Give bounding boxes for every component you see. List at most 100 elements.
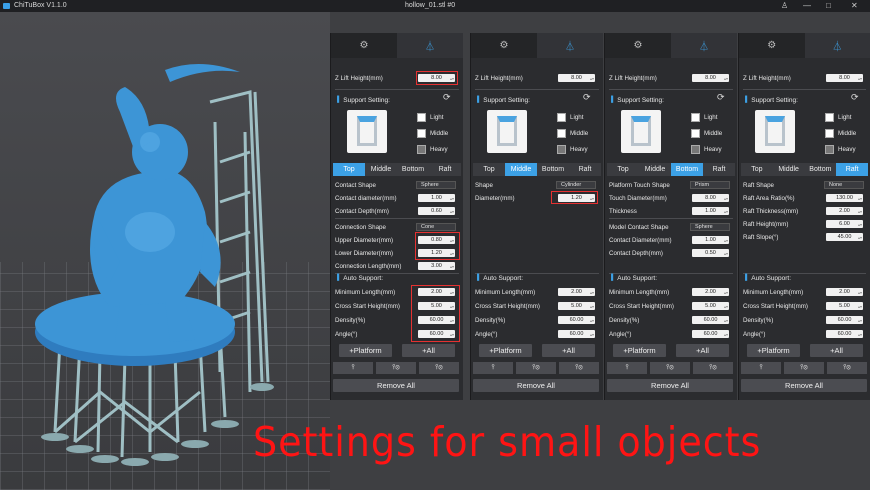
support-tool-3-icon[interactable]: ⫯⊗ xyxy=(419,362,459,374)
minimize-button[interactable]: — xyxy=(803,1,811,10)
support-tool-1-icon[interactable]: ⫯ xyxy=(333,362,373,374)
add-all-button[interactable]: +All xyxy=(810,344,863,357)
remove-all-button[interactable]: Remove All xyxy=(741,379,867,392)
min-length-input[interactable]: 2.00 ▴▾ xyxy=(826,288,863,296)
reset-icon[interactable]: ⟳ xyxy=(717,92,725,103)
connection-shape-select[interactable]: Cone xyxy=(416,223,456,231)
raft-height-input[interactable]: 6.00 ▴▾ xyxy=(826,220,863,228)
light-checkbox[interactable]: Light xyxy=(557,113,583,122)
add-platform-button[interactable]: +Platform xyxy=(339,344,392,357)
tab-top[interactable]: Top xyxy=(333,163,365,176)
tab-top[interactable]: Top xyxy=(473,163,505,176)
support-tool-1-icon[interactable]: ⫯ xyxy=(473,362,513,374)
support-tool-3-icon[interactable]: ⫯⊗ xyxy=(827,362,867,374)
contact-diameter-input[interactable]: 1.00 ▴▾ xyxy=(692,236,729,244)
heavy-checkbox[interactable]: Heavy xyxy=(825,145,856,154)
maximize-button[interactable]: □ xyxy=(826,1,831,10)
tab-middle[interactable]: Middle xyxy=(772,163,805,176)
support-tool-2-icon[interactable]: ⫯⊗ xyxy=(650,362,690,374)
close-button[interactable]: ✕ xyxy=(851,1,858,10)
model-contact-shape-select[interactable]: Sphere xyxy=(690,223,730,231)
contact-depth-input[interactable]: 0.50 ▴▾ xyxy=(692,249,729,257)
z-lift-input[interactable]: 8.00 ▴▾ xyxy=(692,74,729,82)
thickness-input[interactable]: 1.00 ▴▾ xyxy=(692,207,729,215)
connection-length-input[interactable]: 3.00 ▴▾ xyxy=(418,262,455,270)
support-tool-1-icon[interactable]: ⫯ xyxy=(741,362,781,374)
remove-all-button[interactable]: Remove All xyxy=(473,379,599,392)
angle-input[interactable]: 60.00 ▴▾ xyxy=(558,330,595,338)
cross-start-input[interactable]: 5.00 ▴▾ xyxy=(692,302,729,310)
support-tool-2-icon[interactable]: ⫯⊗ xyxy=(376,362,416,374)
add-platform-button[interactable]: +Platform xyxy=(747,344,800,357)
touch-diameter-input[interactable]: 8.00 ▴▾ xyxy=(692,194,729,202)
density-input[interactable]: 60.00 ▴▾ xyxy=(558,316,595,324)
cross-start-input[interactable]: 5.00 ▴▾ xyxy=(558,302,595,310)
angle-input[interactable]: 60.00 ▴▾ xyxy=(692,330,729,338)
support-tool-1-icon[interactable]: ⫯ xyxy=(607,362,647,374)
support-tool-2-icon[interactable]: ⫯⊗ xyxy=(516,362,556,374)
cross-start-input[interactable]: 5.00 ▴▾ xyxy=(826,302,863,310)
heavy-checkbox[interactable]: Heavy xyxy=(557,145,588,154)
add-all-button[interactable]: +All xyxy=(676,344,729,357)
tab-settings[interactable]: ⚙ xyxy=(739,33,805,58)
tab-settings[interactable]: ⚙ xyxy=(331,33,397,58)
tab-bottom[interactable]: Bottom xyxy=(671,163,703,176)
middle-checkbox[interactable]: Middle xyxy=(691,129,722,138)
add-platform-button[interactable]: +Platform xyxy=(479,344,532,357)
heavy-checkbox[interactable]: Heavy xyxy=(417,145,448,154)
add-all-button[interactable]: +All xyxy=(402,344,455,357)
tab-support[interactable]: ⏃ xyxy=(804,33,870,58)
tab-support[interactable]: ⏃ xyxy=(537,33,603,58)
support-tool-3-icon[interactable]: ⫯⊗ xyxy=(559,362,599,374)
density-input[interactable]: 60.00 ▴▾ xyxy=(692,316,729,324)
density-input[interactable]: 60.00 ▴▾ xyxy=(826,316,863,324)
middle-checkbox[interactable]: Middle xyxy=(417,129,448,138)
tab-support[interactable]: ⏃ xyxy=(397,33,463,58)
remove-all-button[interactable]: Remove All xyxy=(607,379,733,392)
tab-settings[interactable]: ⚙ xyxy=(605,33,671,58)
contact-shape-select[interactable]: Sphere xyxy=(416,181,456,189)
tab-raft[interactable]: Raft xyxy=(569,163,601,176)
tab-middle[interactable]: Middle xyxy=(639,163,671,176)
tab-top[interactable]: Top xyxy=(607,163,639,176)
min-length-input[interactable]: 2.00 ▴▾ xyxy=(692,288,729,296)
tab-raft[interactable]: Raft xyxy=(703,163,735,176)
contact-diameter-input[interactable]: 1.00 ▴▾ xyxy=(418,194,455,202)
tab-bottom[interactable]: Bottom xyxy=(537,163,569,176)
tab-support[interactable]: ⏃ xyxy=(671,33,737,58)
shape-select[interactable]: Cylinder xyxy=(556,181,596,189)
tab-top[interactable]: Top xyxy=(741,163,773,176)
tab-middle[interactable]: Middle xyxy=(365,163,397,176)
z-lift-input[interactable]: 8.00 ▴▾ xyxy=(826,74,863,82)
angle-input[interactable]: 60.00 ▴▾ xyxy=(826,330,863,338)
light-checkbox[interactable]: Light xyxy=(691,113,717,122)
middle-checkbox[interactable]: Middle xyxy=(557,129,588,138)
reset-icon[interactable]: ⟳ xyxy=(583,92,591,103)
add-all-button[interactable]: +All xyxy=(542,344,595,357)
support-tool-3-icon[interactable]: ⫯⊗ xyxy=(693,362,733,374)
remove-all-button[interactable]: Remove All xyxy=(333,379,459,392)
raft-shape-select[interactable]: None xyxy=(824,181,864,189)
light-checkbox[interactable]: Light xyxy=(825,113,851,122)
tab-raft[interactable]: Raft xyxy=(836,163,868,176)
platform-touch-shape-select[interactable]: Prism xyxy=(690,181,730,189)
reset-icon[interactable]: ⟳ xyxy=(443,92,451,103)
middle-checkbox[interactable]: Middle xyxy=(825,129,856,138)
raft-slope-input[interactable]: 45.00 ▴▾ xyxy=(826,233,863,241)
min-length-input[interactable]: 2.00 ▴▾ xyxy=(558,288,595,296)
tab-bottom[interactable]: Bottom xyxy=(397,163,429,176)
user-icon[interactable]: ♙ xyxy=(781,1,788,10)
raft-thickness-input[interactable]: 2.00 ▴▾ xyxy=(826,207,863,215)
heavy-checkbox[interactable]: Heavy xyxy=(691,145,722,154)
tab-bottom[interactable]: Bottom xyxy=(804,163,837,176)
reset-icon[interactable]: ⟳ xyxy=(851,92,859,103)
z-lift-input[interactable]: 8.00 ▴▾ xyxy=(558,74,595,82)
tab-raft[interactable]: Raft xyxy=(429,163,461,176)
tab-middle[interactable]: Middle xyxy=(505,163,537,176)
raft-area-input[interactable]: 130.00 ▴▾ xyxy=(826,194,863,202)
add-platform-button[interactable]: +Platform xyxy=(613,344,666,357)
support-tool-2-icon[interactable]: ⫯⊗ xyxy=(784,362,824,374)
tab-settings[interactable]: ⚙ xyxy=(471,33,537,58)
contact-depth-input[interactable]: 0.60 ▴▾ xyxy=(418,207,455,215)
light-checkbox[interactable]: Light xyxy=(417,113,443,122)
